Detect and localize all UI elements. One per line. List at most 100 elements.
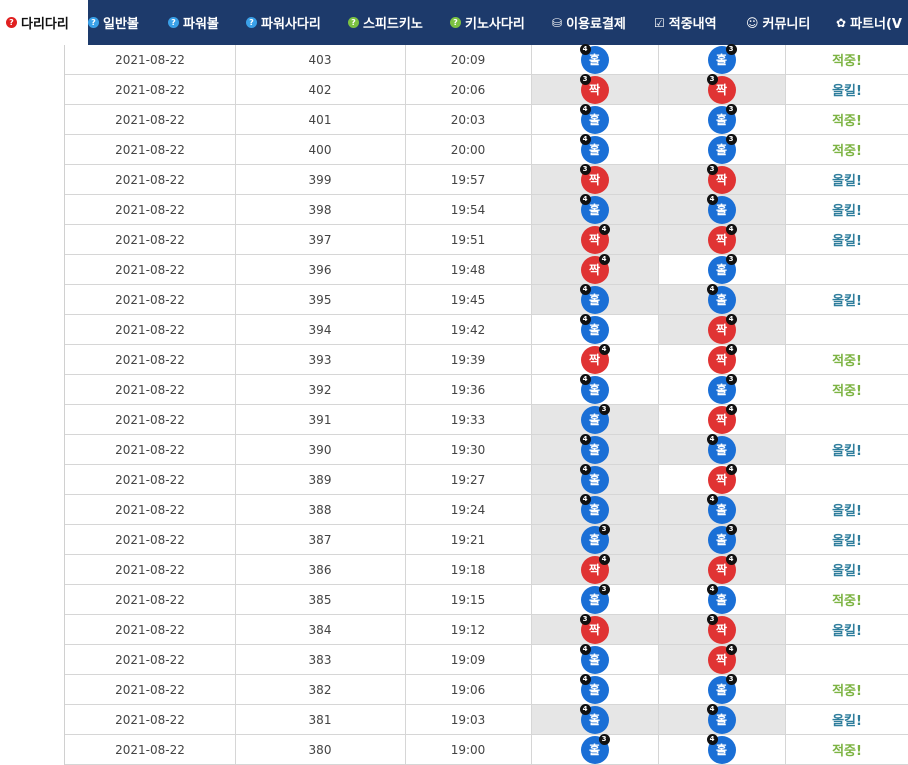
- ball-label: 홀: [588, 473, 601, 487]
- pick-a-cell: 짝4: [531, 553, 658, 584]
- pick-a-cell: 홀4: [531, 283, 658, 314]
- ball-label: 홀: [715, 503, 728, 517]
- ball-label: 홀: [588, 743, 601, 757]
- date-cell: 2021-08-22: [115, 382, 185, 397]
- round-cell: 382: [308, 682, 332, 697]
- odd-ball: 홀3: [707, 133, 737, 164]
- odd-ball: 홀4: [579, 133, 609, 164]
- ball-label: 홀: [588, 713, 601, 727]
- ball-count-badge: 4: [706, 193, 718, 205]
- time-cell: 19:51: [450, 232, 486, 247]
- pick-b-cell: 짝4: [658, 643, 785, 674]
- result-cell: [785, 465, 908, 494]
- ball-label: 홀: [588, 533, 601, 547]
- ball-label: 홀: [588, 383, 601, 397]
- table-row: 2021-08-22 392 19:36 홀 4 홀 3 적중!: [65, 373, 908, 405]
- tab-7[interactable]: ⛁ 이용료결제: [546, 0, 654, 45]
- pick-a-cell: 홀4: [531, 493, 658, 524]
- table-row: 2021-08-22 401 20:03 홀 4 홀 3 적중!: [65, 103, 908, 135]
- ball-label: 짝: [715, 233, 728, 247]
- table-row: 2021-08-22 399 19:57 짝 3 짝 3 올킬!: [65, 163, 908, 195]
- pick-b-cell: 짝3: [658, 73, 785, 104]
- cubes-icon: ✿: [836, 15, 847, 30]
- odd-ball: 홀3: [580, 523, 610, 554]
- date-cell: 2021-08-22: [115, 532, 185, 547]
- result-cell: 올킬!: [832, 204, 862, 219]
- tab-6[interactable]: ? 키노사다리: [444, 0, 552, 45]
- tab-1[interactable]: ? 다리다리: [0, 0, 88, 45]
- result-cell: 올킬!: [832, 564, 862, 579]
- pick-b-cell: 홀3: [658, 523, 785, 554]
- odd-ball: 홀4: [706, 703, 736, 734]
- date-cell: 2021-08-22: [115, 562, 185, 577]
- result-cell: [785, 315, 908, 344]
- ball-count-badge: 4: [706, 283, 718, 295]
- question-circle-icon: ?: [450, 17, 461, 28]
- tab-9[interactable]: ☺ 커뮤니티: [740, 0, 836, 45]
- ball-count-badge: 4: [579, 373, 591, 385]
- date-cell: 2021-08-22: [115, 472, 185, 487]
- time-cell: 19:36: [450, 382, 486, 397]
- pick-b-cell: 홀3: [658, 43, 785, 74]
- top-nav: ? 다리다리? 일반볼? 파워볼? 파워사다리? 스피드키노? 키노사다리 ⛁ 이용료결제 ☑ 적중…: [0, 0, 908, 45]
- even-ball: 짝4: [580, 553, 610, 584]
- even-ball: 짝4: [707, 343, 737, 374]
- ball-label: 홀: [715, 443, 728, 457]
- even-ball: 짝4: [707, 313, 737, 344]
- ball-label: 홀: [715, 713, 728, 727]
- smile-icon: ☺: [746, 15, 759, 30]
- round-cell: 381: [308, 712, 332, 727]
- ball-count-badge: 4: [706, 733, 718, 745]
- ball-label: 홀: [715, 113, 728, 127]
- odd-ball: 홀4: [579, 493, 609, 524]
- table-row: 2021-08-22 388 19:24 홀 4 홀 4 올킬!: [65, 493, 908, 525]
- table-row: 2021-08-22 402 20:06 짝 3 짝 3 올킬!: [65, 73, 908, 105]
- pick-b-cell: 짝4: [658, 403, 785, 434]
- time-cell: 19:24: [450, 502, 486, 517]
- ball-label: 홀: [715, 293, 728, 307]
- round-cell: 400: [308, 142, 332, 157]
- ball-label: 짝: [588, 173, 601, 187]
- ball-count-badge: 4: [579, 283, 591, 295]
- result-cell: 적중!: [832, 594, 862, 609]
- round-cell: 390: [308, 442, 332, 457]
- date-cell: 2021-08-22: [115, 112, 185, 127]
- ball-count-badge: 4: [598, 253, 610, 265]
- date-cell: 2021-08-22: [115, 172, 185, 187]
- tab-5[interactable]: ? 스피드키노: [342, 0, 450, 45]
- pick-b-cell: 홀3: [658, 253, 785, 284]
- tab-label: 스피드키노: [363, 17, 423, 32]
- even-ball: 짝3: [706, 73, 736, 104]
- odd-ball: 홀4: [706, 493, 736, 524]
- result-cell: 올킬!: [832, 294, 862, 309]
- table-row: 2021-08-22 398 19:54 홀 4 홀 4 올킬!: [65, 193, 908, 225]
- odd-ball: 홀4: [579, 193, 609, 224]
- ball-count-badge: 4: [579, 313, 591, 325]
- date-cell: 2021-08-22: [115, 442, 185, 457]
- results-table: 2021-08-22 403 20:09 홀 4 홀 3 적중! 2021-08-22 402 20…: [64, 43, 908, 765]
- ball-count-badge: 3: [725, 253, 737, 265]
- time-cell: 19:33: [450, 412, 486, 427]
- pick-a-cell: 짝3: [531, 163, 658, 194]
- tab-3[interactable]: ? 파워볼: [162, 0, 246, 45]
- ball-label: 홀: [715, 743, 728, 757]
- even-ball: 짝4: [707, 643, 737, 674]
- tab-2[interactable]: ? 일반볼: [82, 0, 168, 45]
- round-cell: 395: [308, 292, 332, 307]
- pick-b-cell: 홀3: [658, 373, 785, 404]
- even-ball: 짝4: [707, 403, 737, 434]
- tab-4[interactable]: ? 파워사다리: [240, 0, 348, 45]
- ball-count-badge: 4: [579, 493, 591, 505]
- date-cell: 2021-08-22: [115, 592, 185, 607]
- ball-count-badge: 3: [598, 733, 610, 745]
- ball-label: 홀: [588, 203, 601, 217]
- ball-count-badge: 3: [725, 43, 737, 55]
- tab-10[interactable]: ✿ 파트너(V: [830, 0, 908, 45]
- ball-label: 짝: [715, 563, 728, 577]
- result-cell: 올킬!: [832, 444, 862, 459]
- ball-label: 홀: [715, 683, 728, 697]
- time-cell: 19:30: [450, 442, 486, 457]
- time-cell: 19:06: [450, 682, 486, 697]
- pick-a-cell: 홀4: [531, 673, 658, 704]
- tab-8[interactable]: ☑ 적중내역: [648, 0, 746, 45]
